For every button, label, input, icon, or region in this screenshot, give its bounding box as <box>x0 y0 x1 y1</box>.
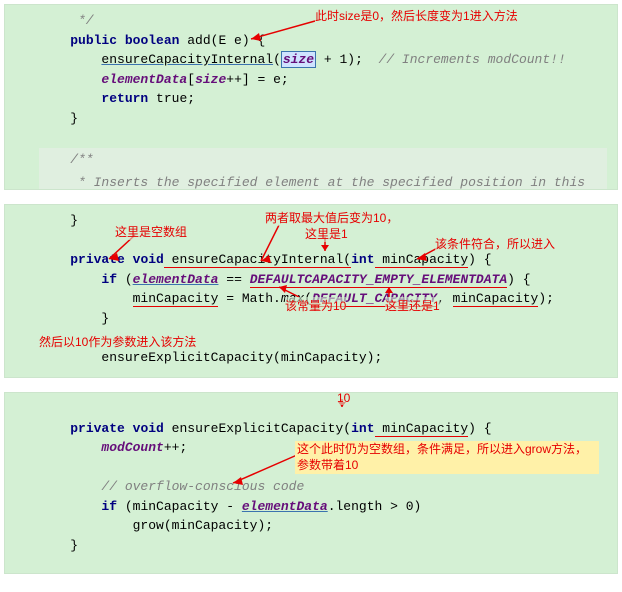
blank <box>39 399 607 419</box>
line-comment-overflow: // overflow-conscious code <box>39 477 607 497</box>
line-if-grow: if (minCapacity - elementData.length > 0… <box>39 497 607 517</box>
method-signature-eci: private void ensureCapacityInternal(int … <box>39 250 607 270</box>
annotation-10-value: 10 <box>337 392 350 405</box>
annotation-here-1: 这里是1 <box>305 225 348 242</box>
line-elementdata-assign: elementData[size++] = e; <box>39 70 607 90</box>
annotation-highlight-grow: 这个此时仍为空数组，条件满足，所以进入grow方法，参数带着10 <box>295 441 599 474</box>
line-close-brace: } <box>39 536 607 556</box>
annotation-condition-match: 该条件符合，所以进入 <box>435 235 555 252</box>
annotation-const-10: 该常量为10 <box>285 297 346 314</box>
blank <box>39 128 607 148</box>
line-return: return true; <box>39 89 607 109</box>
line-close-brace: } <box>39 109 607 129</box>
javadoc-line: * Inserts the specified element at the s… <box>39 171 607 190</box>
line-ensure-capacity: ensureCapacityInternal(size + 1); // Inc… <box>39 50 607 70</box>
annotation-empty-array: 这里是空数组 <box>115 223 187 240</box>
annotation-still-1: 这里还是1 <box>385 297 440 314</box>
annotation-then-10: 然后以10作为参数进入该方法 <box>39 333 196 350</box>
annotation-max-10: 两者取最大值后变为10， <box>265 209 398 226</box>
code-block-2: 这里是空数组 两者取最大值后变为10， 这里是1 该条件符合，所以进入 该常量为… <box>4 204 618 378</box>
line-ensure-explicit: ensureExplicitCapacity(minCapacity); <box>39 348 607 368</box>
size-variable: size <box>281 51 316 68</box>
javadoc-open: /** <box>39 148 607 172</box>
method-signature-add: public boolean add(E e) { <box>39 31 607 51</box>
blank <box>39 555 607 574</box>
code-block-1: 此时size是0，然后长度变为1进入方法 */ public boolean a… <box>4 4 618 190</box>
method-signature-eec: private void ensureExplicitCapacity(int … <box>39 419 607 439</box>
code-block-3: 10 这个此时仍为空数组，条件满足，所以进入grow方法，参数带着10 priv… <box>4 392 618 574</box>
annotation-size0: 此时size是0，然后长度变为1进入方法 <box>315 7 518 24</box>
line-if-default: if (elementData == DEFAULTCAPACITY_EMPTY… <box>39 270 607 290</box>
